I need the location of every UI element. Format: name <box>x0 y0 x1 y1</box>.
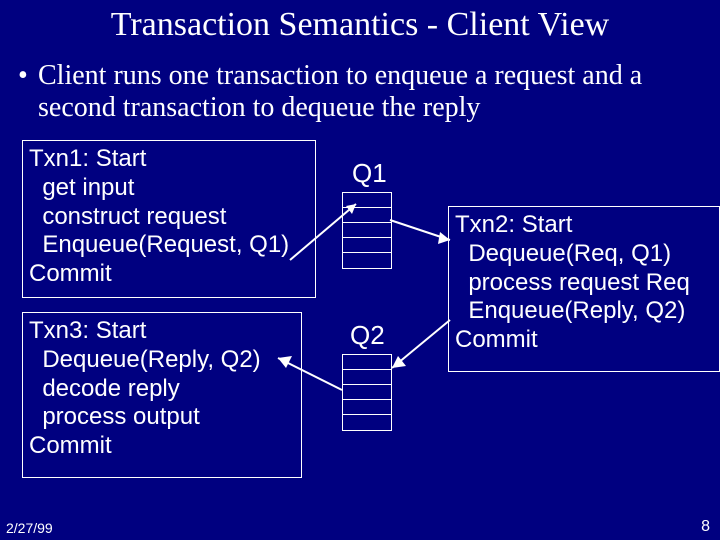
q1-label: Q1 <box>352 158 387 189</box>
arrow-q1-to-txn2 <box>390 220 450 240</box>
bullet-dot: • <box>18 60 38 92</box>
q1-queue-icon <box>342 192 392 269</box>
footer-date: 2/27/99 <box>6 520 53 536</box>
bullet-row: •Client runs one transaction to enqueue … <box>18 60 702 124</box>
bullet-text: Client runs one transaction to enqueue a… <box>38 60 698 124</box>
q2-label: Q2 <box>350 320 385 351</box>
slide: Transaction Semantics - Client View •Cli… <box>0 0 720 540</box>
txn3-box: Txn3: Start Dequeue(Reply, Q2) decode re… <box>22 312 302 478</box>
arrowhead-icon <box>392 356 406 368</box>
slide-title: Transaction Semantics - Client View <box>0 6 720 44</box>
txn2-box: Txn2: Start Dequeue(Req, Q1) process req… <box>448 206 720 372</box>
q2-queue-icon <box>342 354 392 431</box>
arrow-txn2-to-q2 <box>392 320 450 368</box>
footer-page-number: 8 <box>701 518 710 536</box>
txn1-box: Txn1: Start get input construct request … <box>22 140 316 298</box>
